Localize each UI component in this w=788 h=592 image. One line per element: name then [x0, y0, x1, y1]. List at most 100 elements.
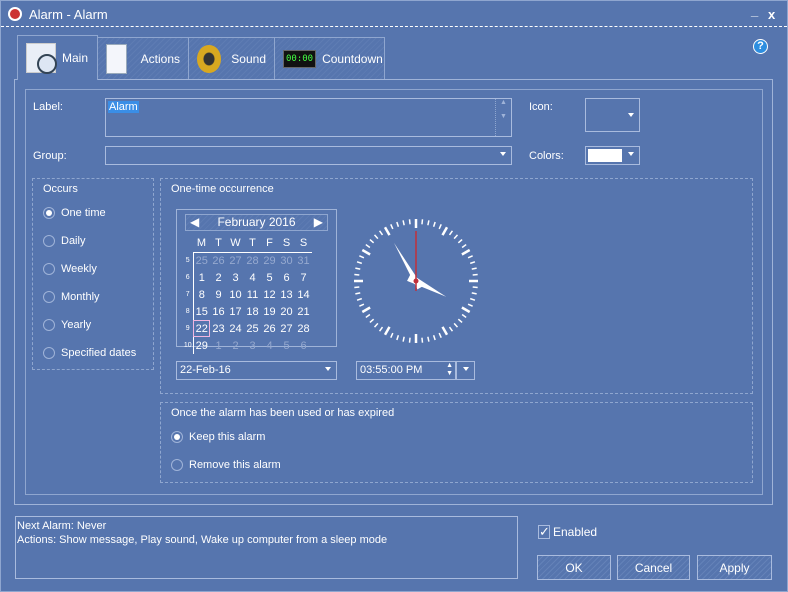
- next-month-button[interactable]: ▶: [314, 215, 323, 230]
- enabled-checkbox[interactable]: ✓ Enabled: [538, 525, 597, 539]
- calendar-day[interactable]: 27: [278, 320, 295, 337]
- time-spinner[interactable]: ▲ ▼: [446, 362, 453, 378]
- calendar-day[interactable]: 16: [210, 303, 227, 320]
- radio-label: Weekly: [61, 263, 97, 275]
- calendar-day[interactable]: 2: [210, 269, 227, 286]
- calendar-day[interactable]: 12: [261, 286, 278, 303]
- calendar-day[interactable]: 25: [193, 252, 210, 269]
- label-scrollbar[interactable]: ▲ ▼: [495, 99, 511, 136]
- icon-dropdown[interactable]: [585, 98, 640, 132]
- clock-tick: [369, 238, 375, 244]
- calendar-day[interactable]: 1: [210, 337, 227, 354]
- calendar-day[interactable]: 13: [278, 286, 295, 303]
- calendar-day[interactable]: 22: [193, 320, 210, 337]
- calendar-day[interactable]: 4: [261, 337, 278, 354]
- calendar-day[interactable]: 19: [261, 303, 278, 320]
- radio-option[interactable]: Remove this alarm: [171, 459, 281, 471]
- clock-tick: [448, 326, 454, 332]
- calendar-day[interactable]: 31: [295, 252, 312, 269]
- label-input[interactable]: Alarm ▲ ▼: [105, 98, 512, 137]
- colors-dropdown[interactable]: [585, 146, 640, 165]
- ok-button[interactable]: OK: [537, 555, 611, 580]
- calendar-day[interactable]: 15: [193, 303, 210, 320]
- calendar-day[interactable]: 5: [278, 337, 295, 354]
- clock-tick: [361, 248, 371, 256]
- calendar-day[interactable]: 3: [244, 337, 261, 354]
- tab-countdown[interactable]: 00:00 Countdown: [274, 37, 385, 79]
- calendar-day[interactable]: 3: [227, 269, 244, 286]
- clock-tick: [365, 243, 371, 249]
- cancel-button[interactable]: Cancel: [617, 555, 690, 580]
- calendar: ◀ February 2016 ▶ M T W T F S S 5 25 26 27 28 29 30 31…: [176, 209, 337, 354]
- calendar-day[interactable]: 2: [227, 337, 244, 354]
- week-number: 9: [183, 320, 194, 337]
- calendar-day[interactable]: 29: [261, 252, 278, 269]
- calendar-day[interactable]: 24: [227, 320, 244, 337]
- apply-button[interactable]: Apply: [697, 555, 772, 580]
- colors-caption: Colors:: [529, 150, 564, 162]
- calendar-day[interactable]: 10: [227, 286, 244, 303]
- clock-tick: [469, 261, 476, 265]
- prev-month-button[interactable]: ◀: [190, 215, 199, 230]
- clock-tick: [396, 334, 400, 341]
- weekday-label: S: [295, 235, 312, 253]
- clock-tick: [432, 221, 436, 228]
- calendar-day[interactable]: 17: [227, 303, 244, 320]
- radio-option[interactable]: Monthly: [43, 291, 100, 303]
- tab-label: Sound: [231, 51, 266, 66]
- date-dropdown[interactable]: 22-Feb-16: [176, 361, 337, 380]
- calendar-day[interactable]: 7: [295, 269, 312, 286]
- minimize-button[interactable]: _: [751, 3, 758, 18]
- tab-actions[interactable]: Actions: [97, 37, 189, 79]
- radio-option[interactable]: Yearly: [43, 319, 91, 331]
- time-input[interactable]: 03:55:00 PM ▲ ▼: [356, 361, 456, 380]
- occurs-title: Occurs: [43, 183, 78, 195]
- clock-tick: [438, 224, 442, 230]
- calendar-day[interactable]: 23: [210, 320, 227, 337]
- tab-main[interactable]: Main: [17, 35, 98, 80]
- radio-option[interactable]: Specified dates: [43, 347, 136, 359]
- tab-sound[interactable]: Sound: [188, 37, 275, 79]
- occurs-group: Occurs One time Daily Weekly Monthly Yearly S…: [32, 178, 154, 370]
- calendar-day[interactable]: 9: [210, 286, 227, 303]
- digital-timer-icon: 00:00: [283, 49, 317, 68]
- radio-option[interactable]: Keep this alarm: [171, 431, 265, 443]
- actions-summary-text: Actions: Show message, Play sound, Wake …: [17, 534, 388, 546]
- calendar-header: ◀ February 2016 ▶: [185, 214, 328, 231]
- clock-tick: [469, 297, 476, 301]
- group-dropdown[interactable]: [105, 146, 512, 165]
- calendar-day[interactable]: 6: [278, 269, 295, 286]
- radio-option[interactable]: Weekly: [43, 263, 97, 275]
- clock-tick: [373, 234, 379, 240]
- calendar-day[interactable]: 11: [244, 286, 261, 303]
- calendar-day[interactable]: 26: [261, 320, 278, 337]
- calendar-day[interactable]: 21: [295, 303, 312, 320]
- help-button[interactable]: ?: [753, 39, 768, 54]
- calendar-day[interactable]: 6: [295, 337, 312, 354]
- radio-option[interactable]: Daily: [43, 235, 85, 247]
- week-number: 5: [183, 252, 194, 269]
- calendar-day[interactable]: 5: [261, 269, 278, 286]
- calendar-day[interactable]: 4: [244, 269, 261, 286]
- clock-tick: [441, 326, 449, 336]
- calendar-day[interactable]: 28: [295, 320, 312, 337]
- calendar-day[interactable]: 14: [295, 286, 312, 303]
- calendar-day[interactable]: 30: [278, 252, 295, 269]
- calendar-day[interactable]: 20: [278, 303, 295, 320]
- clock-tick: [378, 230, 384, 236]
- calendar-day[interactable]: 18: [244, 303, 261, 320]
- calendar-day[interactable]: 8: [193, 286, 210, 303]
- calendar-day[interactable]: 27: [227, 252, 244, 269]
- clock-tick: [383, 226, 391, 236]
- close-button[interactable]: x: [768, 7, 775, 22]
- clock-tick: [441, 226, 449, 236]
- calendar-day[interactable]: 1: [193, 269, 210, 286]
- calendar-day[interactable]: 28: [244, 252, 261, 269]
- tab-label: Actions: [140, 51, 180, 66]
- time-dropdown[interactable]: [456, 361, 475, 380]
- calendar-day[interactable]: 26: [210, 252, 227, 269]
- calendar-day[interactable]: 25: [244, 320, 261, 337]
- radio-option[interactable]: One time: [43, 207, 106, 219]
- clock-tick: [432, 334, 436, 341]
- calendar-day[interactable]: 29: [193, 337, 210, 354]
